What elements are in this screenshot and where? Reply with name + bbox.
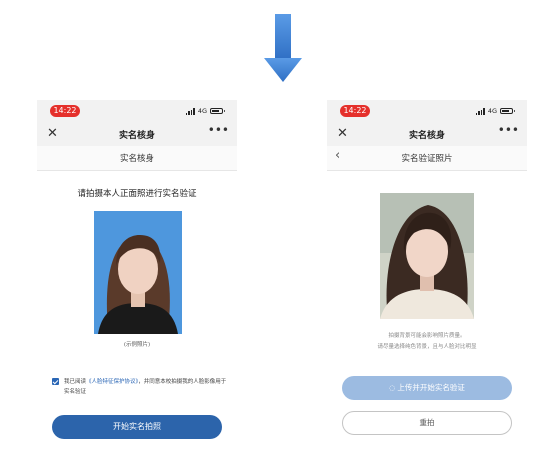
sample-portrait-image — [94, 211, 182, 334]
status-bar: 14:22 4G — [327, 100, 527, 122]
page-title: 实名核身 — [119, 154, 154, 164]
captured-photo — [380, 193, 474, 319]
signal-icon — [185, 108, 195, 115]
sample-photo-caption: (示例照片) — [123, 342, 151, 348]
consent-prefix: 我已阅读 — [64, 379, 87, 385]
battery-icon — [500, 108, 515, 114]
phone-screen-left: 14:22 4G ✕ 实名核身 ••• 实名核身 请拍摄本人正面照进行实名验证 — [37, 100, 237, 475]
down-arrow-icon — [264, 14, 302, 82]
status-time: 14:22 — [50, 105, 80, 117]
status-indicators: 4G — [185, 106, 225, 116]
more-options-icon[interactable]: ••• — [208, 123, 229, 137]
retake-button[interactable]: 重拍 — [342, 411, 512, 435]
page-content: 请拍摄本人正面照进行实名验证 (示例照片) 我已阅读《人脸特征保护协议》，并同意… — [37, 171, 237, 475]
consent-checkbox[interactable] — [52, 378, 59, 385]
upload-verify-button[interactable]: ◌ 上传并开始实名验证 — [342, 376, 512, 400]
network-type: 4G — [197, 107, 207, 115]
start-verification-button[interactable]: 开始实名拍照 — [52, 415, 222, 439]
notice-line-1: 拍摄背景可能会影响照片质量。 — [388, 333, 466, 339]
more-options-icon[interactable]: ••• — [498, 123, 519, 137]
page-content: 拍摄背景可能会影响照片质量。 请尽量选择纯色背景，且与人脸对比明显 ◌ 上传并开… — [327, 171, 527, 475]
status-indicators: 4G — [475, 106, 515, 116]
upload-verify-label: 上传并开始实名验证 — [397, 383, 465, 392]
status-bar: 14:22 4G — [37, 100, 237, 122]
captured-portrait-image — [380, 193, 474, 319]
status-time: 14:22 — [340, 105, 370, 117]
phone-screen-right: 14:22 4G ✕ 实名核身 ••• ‹ 实名验证照片 拍摄背景可能会影响照片… — [327, 100, 527, 475]
nav-bar: ✕ 实名核身 ••• — [327, 122, 527, 146]
agreement-link[interactable]: 《人脸特征保护协议》 — [86, 379, 138, 385]
battery-icon — [210, 108, 225, 114]
network-type: 4G — [487, 107, 497, 115]
consent-text: 我已阅读《人脸特征保护协议》，并同意本校拍摄我的人脸影像用于实名验证 — [64, 377, 227, 397]
notice-line-2: 请尽量选择纯色背景，且与人脸对比明显 — [377, 344, 477, 350]
page-header: 实名核身 — [37, 146, 237, 171]
sample-photo — [94, 211, 182, 334]
instruction-text: 请拍摄本人正面照进行实名验证 — [77, 189, 197, 199]
nav-bar: ✕ 实名核身 ••• — [37, 122, 237, 146]
page-title: 实名验证照片 — [401, 154, 453, 164]
page-header: ‹ 实名验证照片 — [327, 146, 527, 171]
signal-icon — [475, 108, 485, 115]
